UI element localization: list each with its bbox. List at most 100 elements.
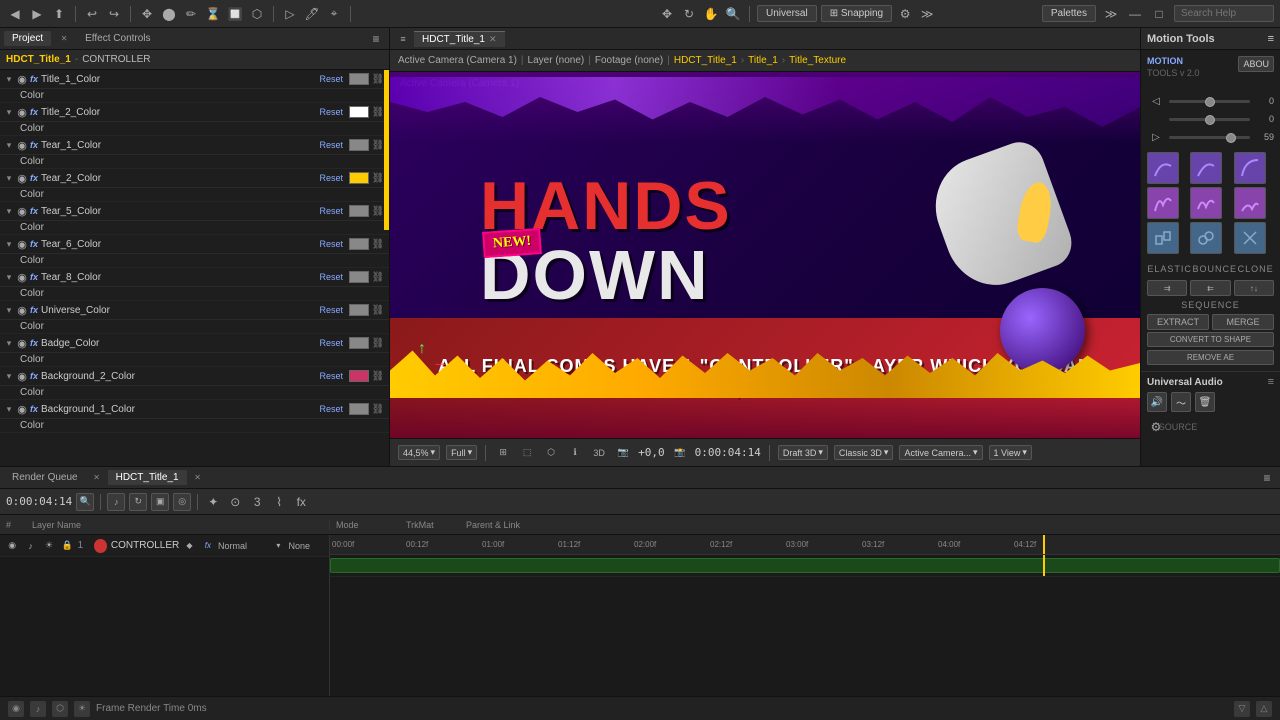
- ease-handle-1[interactable]: [1205, 97, 1215, 107]
- tl-add-marker[interactable]: ✦: [204, 493, 222, 511]
- about-btn[interactable]: ABOU: [1238, 56, 1274, 72]
- snapping-btn[interactable]: ⊞ Snapping: [821, 5, 892, 22]
- tl-info[interactable]: fx: [292, 493, 310, 511]
- swatch-title2[interactable]: [349, 106, 369, 118]
- swatch-tear2[interactable]: [349, 172, 369, 184]
- comp-timeline-tab[interactable]: HDCT_Title_1: [108, 470, 187, 485]
- status-icon-5[interactable]: ▽: [1234, 701, 1250, 717]
- expand-tear5[interactable]: ▾: [4, 206, 14, 216]
- tab-effect-controls[interactable]: Effect Controls: [77, 31, 158, 46]
- audio-source-icon[interactable]: SOURCE: [1169, 418, 1187, 436]
- tool-orbit[interactable]: ↻: [680, 5, 698, 23]
- swatch-bg2[interactable]: [349, 370, 369, 382]
- expand-title2[interactable]: ▾: [4, 107, 14, 117]
- comp-close[interactable]: ✕: [189, 469, 207, 487]
- ease-right-icon[interactable]: ▷: [1147, 128, 1165, 146]
- tl-motion-blur[interactable]: ⊙: [226, 493, 244, 511]
- ease-handle-3[interactable]: [1226, 133, 1236, 143]
- timeline-playhead[interactable]: [1043, 535, 1045, 554]
- expand-tear8[interactable]: ▾: [4, 272, 14, 282]
- toolbar-icon-5[interactable]: ↪: [105, 5, 123, 23]
- expand-tear1[interactable]: ▾: [4, 140, 14, 150]
- vc-safe-icon[interactable]: ⬚: [518, 444, 536, 462]
- ease-left-icon[interactable]: ◁: [1147, 92, 1165, 110]
- color-row-title1[interactable]: ▾ ◉ fx Title_1_Color Reset ⛓: [0, 70, 389, 89]
- vc-info-icon[interactable]: ℹ: [566, 444, 584, 462]
- color-row-tear2[interactable]: ▾ ◉ fx Tear_2_Color Reset ⛓: [0, 169, 389, 188]
- sequence-btn[interactable]: ⇉: [1147, 280, 1187, 296]
- toolbar-icon-9[interactable]: ⌛: [204, 5, 222, 23]
- status-icon-3[interactable]: ⬡: [52, 701, 68, 717]
- draft-dropdown[interactable]: Draft 3D ▾: [778, 445, 828, 460]
- ease-track-3[interactable]: [1169, 136, 1250, 139]
- table-row[interactable]: ◉ ♪ ☀ 🔒 1 CONTROLLER ◆ fx Normal ▾ None: [0, 535, 329, 557]
- expand-universe[interactable]: ▾: [4, 305, 14, 315]
- reset-tear1[interactable]: Reset: [319, 140, 343, 150]
- toolbar-icon-6[interactable]: ✥: [138, 5, 156, 23]
- preset-clone-3[interactable]: [1234, 222, 1266, 254]
- layer-vis-icon[interactable]: ◉: [4, 537, 20, 555]
- vc-mask-icon[interactable]: ⬡: [542, 444, 560, 462]
- tool-move[interactable]: ✥: [658, 5, 676, 23]
- panel-menu[interactable]: ≡: [367, 30, 385, 48]
- toolbar-icon-ext[interactable]: ≫: [1102, 5, 1120, 23]
- status-icon-6[interactable]: △: [1256, 701, 1272, 717]
- toolbar-extra[interactable]: ≫: [918, 5, 936, 23]
- eye-title2[interactable]: ◉: [16, 106, 28, 118]
- swatch-badge[interactable]: [349, 337, 369, 349]
- swatch-tear6[interactable]: [349, 238, 369, 250]
- vc-3d-icon[interactable]: 3D: [590, 444, 608, 462]
- swatch-tear8[interactable]: [349, 271, 369, 283]
- tool-zoom[interactable]: 🔍: [724, 5, 742, 23]
- comp-tab-close[interactable]: ✕: [489, 34, 497, 45]
- preset-elastic-3[interactable]: [1234, 152, 1266, 184]
- preset-bounce-1[interactable]: [1147, 187, 1179, 219]
- vc-snapshot[interactable]: 📸: [671, 444, 689, 462]
- eye-title1[interactable]: ◉: [16, 73, 28, 85]
- eye-universe[interactable]: ◉: [16, 304, 28, 316]
- tl-menu[interactable]: ≡: [1258, 469, 1276, 487]
- universal-btn[interactable]: Universal: [757, 5, 817, 22]
- toolbar-icon-2[interactable]: ▶: [28, 5, 46, 23]
- tl-search-btn[interactable]: 🔍: [76, 493, 94, 511]
- color-row-bg1[interactable]: ▾ ◉ fx Background_1_Color Reset ⛓: [0, 400, 389, 419]
- layer-fx-icon[interactable]: fx: [200, 537, 216, 555]
- status-icon-4[interactable]: ☀: [74, 701, 90, 717]
- audio-menu[interactable]: ≡: [1268, 376, 1274, 388]
- reset-tear6[interactable]: Reset: [319, 239, 343, 249]
- layer-keyframe-icon[interactable]: ◆: [181, 537, 197, 555]
- reset-tear2[interactable]: Reset: [319, 173, 343, 183]
- audio-wave-icon[interactable]: 〜: [1171, 392, 1191, 412]
- expand-tear2[interactable]: ▾: [4, 173, 14, 183]
- toolbar-icon-1[interactable]: ◀: [6, 5, 24, 23]
- eye-badge[interactable]: ◉: [16, 337, 28, 349]
- ease-track-2[interactable]: [1169, 118, 1250, 121]
- audio-trash-icon[interactable]: 🗑: [1195, 392, 1215, 412]
- preset-elastic-1[interactable]: [1147, 152, 1179, 184]
- preset-bounce-3[interactable]: [1234, 187, 1266, 219]
- zoom-dropdown[interactable]: 44,5% ▾: [398, 445, 440, 460]
- remove-btn[interactable]: REMOVE AE: [1147, 350, 1274, 365]
- eye-tear6[interactable]: ◉: [16, 238, 28, 250]
- view-mode-dropdown[interactable]: Classic 3D ▾: [834, 445, 894, 460]
- reset-bg1[interactable]: Reset: [319, 404, 343, 414]
- tl-graph-editor[interactable]: ⌇: [270, 493, 288, 511]
- tl-comp-btn[interactable]: ▣: [151, 493, 169, 511]
- tl-solo-btn[interactable]: ◎: [173, 493, 191, 511]
- color-row-tear6[interactable]: ▾ ◉ fx Tear_6_Color Reset ⛓: [0, 235, 389, 254]
- views-dropdown[interactable]: 1 View ▾: [989, 445, 1032, 460]
- eye-bg2[interactable]: ◉: [16, 370, 28, 382]
- eye-tear2[interactable]: ◉: [16, 172, 28, 184]
- ease-handle-2[interactable]: [1205, 115, 1215, 125]
- eye-tear8[interactable]: ◉: [16, 271, 28, 283]
- ease-track-1[interactable]: [1169, 100, 1250, 103]
- toolbar-maximize[interactable]: □: [1150, 5, 1168, 23]
- preset-elastic-2[interactable]: [1190, 152, 1222, 184]
- reset-tear8[interactable]: Reset: [319, 272, 343, 282]
- toolbar-icon-8[interactable]: ✏: [182, 5, 200, 23]
- toolbar-icon-14[interactable]: ⌖: [325, 5, 343, 23]
- expand-bg2[interactable]: ▾: [4, 371, 14, 381]
- layer-audio-icon[interactable]: ♪: [22, 537, 38, 555]
- toolbar-icon-4[interactable]: ↩: [83, 5, 101, 23]
- toolbar-settings[interactable]: ⚙: [896, 5, 914, 23]
